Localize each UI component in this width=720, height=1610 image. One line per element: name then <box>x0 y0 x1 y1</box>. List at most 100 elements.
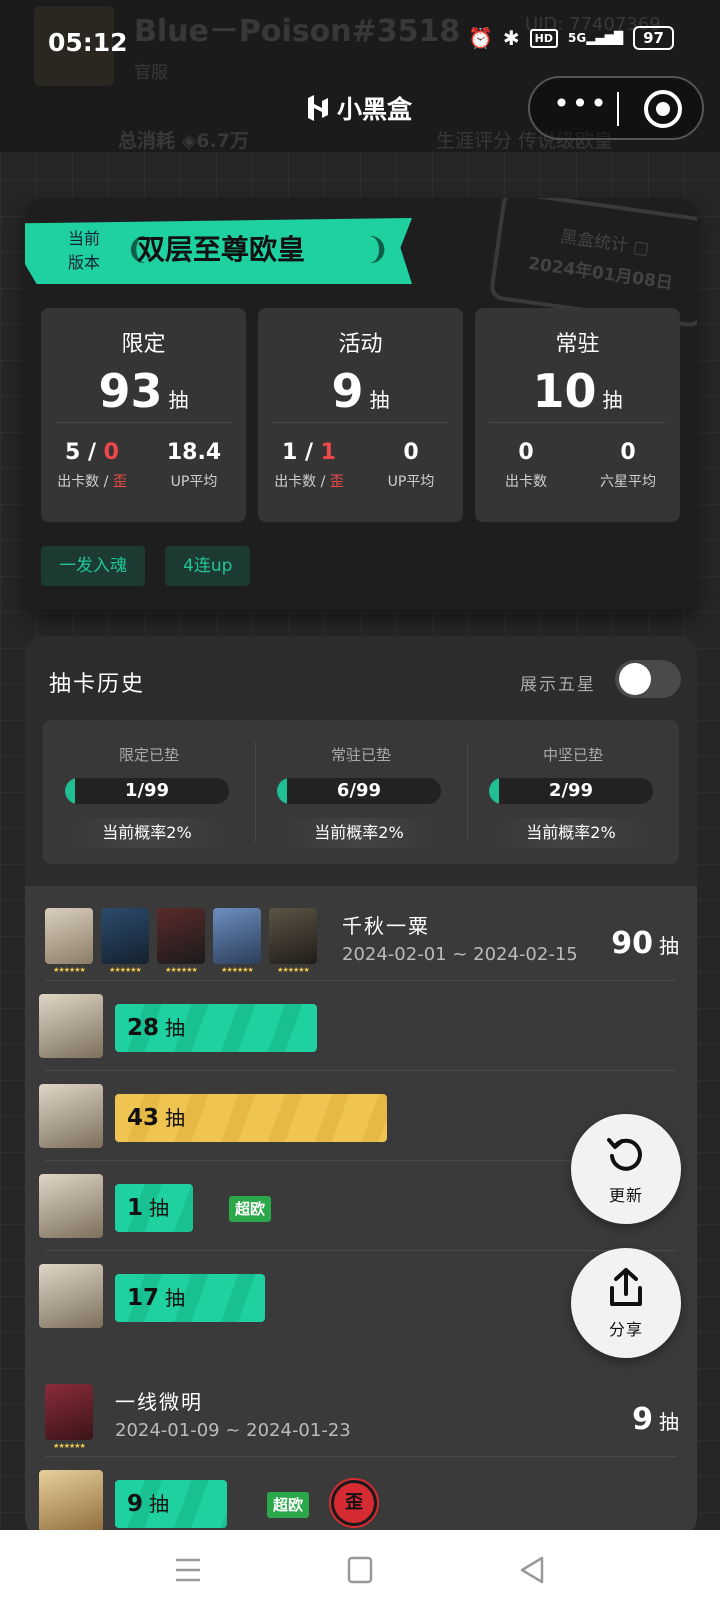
stat-sub-right: 0 六星平均 <box>600 440 656 490</box>
ribbon-rank-title: 双层至尊欧皇 <box>137 233 306 266</box>
refresh-label: 更新 <box>608 1186 643 1205</box>
ghost-server: 官服 <box>134 63 168 83</box>
back-triangle-icon[interactable] <box>512 1554 552 1586</box>
pull-bar: 43 抽 <box>115 1094 387 1142</box>
banner-name: 千秋一粟 <box>342 914 430 938</box>
pity-panel: 限定已垫 1/99 当前概率2% 常驻已垫 6/99 当前概率2% 中坚已垫 2… <box>43 720 679 864</box>
stat-sub-left: 5 / 0 出卡数 / 歪 <box>57 440 127 490</box>
pity-title: 常驻已垫 <box>330 746 391 764</box>
show-five-star-label: 展示五星 <box>520 675 596 695</box>
banner-date: 2024-02-01 ~ 2024-02-15 <box>342 944 578 965</box>
stat-count: 10 抽 <box>532 364 623 418</box>
signal-icon: 5G▂▄▆█ <box>568 31 624 45</box>
refresh-icon <box>607 1138 642 1171</box>
stat-sub-left: 1 / 1 出卡数 / 歪 <box>274 440 344 490</box>
stat-count: 93 抽 <box>98 364 189 418</box>
stat-divider <box>55 422 232 423</box>
stat-label: 常驻 <box>555 332 600 357</box>
pity-standard: 常驻已垫 6/99 当前概率2% <box>255 720 467 864</box>
lucky-badge: 超欧 <box>229 1196 272 1222</box>
off-banner-badge: 歪 <box>331 1480 377 1526</box>
pity-rate: 当前概率2% <box>65 818 229 848</box>
status-icons: ⏰ ✱ HD 5G▂▄▆█ 97 <box>468 26 674 50</box>
ghost-consume: 总消耗 ◈6.7万 <box>118 130 249 152</box>
banner-name: 一线微明 <box>115 1390 203 1414</box>
share-icon <box>610 1268 642 1306</box>
operator-portrait <box>39 1470 103 1534</box>
pity-progress-bar: 1/99 <box>65 778 229 804</box>
battery-icon: 97 <box>633 26 674 50</box>
pull-bar: 1抽 <box>115 1184 193 1232</box>
miniapp-capsule: ••• <box>528 76 704 140</box>
banner-total: 90 抽 <box>611 926 679 961</box>
alarm-icon: ⏰ <box>467 26 493 50</box>
top-bar: Blue－Poison#3518 UID: 77407369 官服 总消耗 ◈6… <box>0 0 720 152</box>
pity-rate: 当前概率2% <box>489 818 653 848</box>
lucky-badge: 超欧 <box>267 1492 310 1518</box>
app-title-text: 小黑盒 <box>337 95 413 124</box>
stat-divider <box>489 422 666 423</box>
status-time: 05:12 <box>48 28 128 57</box>
hd-icon: HD <box>529 28 558 48</box>
row-divider <box>45 980 677 981</box>
achievement-tag: 4连up <box>165 546 251 586</box>
row-divider <box>45 1456 677 1457</box>
rank-ribbon: 当前版本 ❨ 双层至尊欧皇 ❩ <box>25 218 412 284</box>
share-label: 分享 <box>608 1320 643 1339</box>
operator-avatar: ★★★★★★ <box>45 908 93 974</box>
laurel-right-icon: ❩ <box>365 232 391 267</box>
banner-avatars: ★★★★★★ ★★★★★★ ★★★★★★ ★★★★★★ ★★★★★★ <box>45 908 317 974</box>
pity-title: 中坚已垫 <box>542 746 603 764</box>
row-divider <box>45 1070 677 1071</box>
operator-portrait <box>39 1264 103 1328</box>
stat-count: 9抽 <box>331 364 390 418</box>
toggle-knob <box>619 663 651 695</box>
stat-box-limited: 限定 93 抽 5 / 0 出卡数 / 歪 18.4 UP平均 <box>41 308 246 522</box>
banner-header[interactable]: ★★★★★★ ★★★★★★ ★★★★★★ ★★★★★★ ★★★★★★ 千秋一粟 … <box>25 886 697 980</box>
stat-sub-right: 18.4 UP平均 <box>166 440 222 490</box>
pull-record: 28 抽 <box>39 982 679 1070</box>
stat-box-event: 活动 9抽 1 / 1 出卡数 / 歪 0 UP平均 <box>258 308 463 522</box>
operator-portrait <box>39 1174 103 1238</box>
banner-header[interactable]: ★★★★★★ 一线微明 2024-01-09 ~ 2024-01-23 9抽 <box>25 1362 697 1456</box>
stat-label: 活动 <box>338 332 383 357</box>
capsule-divider <box>617 92 619 126</box>
show-five-star-toggle[interactable] <box>615 660 681 698</box>
operator-avatar: ★★★★★★ <box>213 908 261 974</box>
pity-fill <box>277 778 287 804</box>
app-title: 小黑盒 <box>305 90 412 126</box>
pity-fill <box>65 778 75 804</box>
target-close-icon[interactable] <box>644 90 682 128</box>
achievement-tag: 一发入魂 <box>41 546 145 586</box>
pity-limited: 限定已垫 1/99 当前概率2% <box>43 720 255 864</box>
pity-progress-bar: 2/99 <box>489 778 653 804</box>
refresh-button[interactable]: 更新 <box>571 1114 681 1224</box>
ribbon-version-label: 当前版本 <box>67 229 100 272</box>
pull-bar: 28 抽 <box>115 1004 317 1052</box>
pull-bar: 9抽 <box>115 1480 227 1528</box>
ghost-username: Blue－Poison#3518 <box>134 14 461 49</box>
summary-card: 黑盒统计 ▢ 2024年01月08日 当前版本 ❨ 双层至尊欧皇 ❩ 限定 93… <box>25 198 697 610</box>
menu-icon[interactable] <box>168 1554 208 1586</box>
pull-record: 9抽 超欧 歪 <box>39 1458 679 1536</box>
pity-rate: 当前概率2% <box>277 818 441 848</box>
operator-avatar: ★★★★★★ <box>101 908 149 974</box>
banner-avatars: ★★★★★★ <box>45 1384 93 1450</box>
stat-sub-right: 0 UP平均 <box>387 440 435 490</box>
banner-total: 9抽 <box>632 1402 679 1437</box>
pity-progress-bar: 6/99 <box>277 778 441 804</box>
bluetooth-icon: ✱ <box>502 26 520 50</box>
heybox-logo-icon <box>308 95 328 121</box>
operator-avatar: ★★★★★★ <box>45 1384 93 1450</box>
history-card: 抽卡历史 展示五星 限定已垫 1/99 当前概率2% 常驻已垫 6/99 当前概… <box>25 636 697 1536</box>
pull-bar: 17 抽 <box>115 1274 265 1322</box>
home-square-icon[interactable] <box>340 1554 380 1586</box>
history-title: 抽卡历史 <box>49 672 146 697</box>
stat-label: 限定 <box>121 332 166 357</box>
operator-portrait <box>39 1084 103 1148</box>
operator-avatar: ★★★★★★ <box>269 908 317 974</box>
stat-box-standard: 常驻 10 抽 0 出卡数 0 六星平均 <box>475 308 680 522</box>
operator-portrait <box>39 994 103 1058</box>
share-button[interactable]: 分享 <box>571 1248 681 1358</box>
more-dots-icon[interactable]: ••• <box>550 90 612 120</box>
